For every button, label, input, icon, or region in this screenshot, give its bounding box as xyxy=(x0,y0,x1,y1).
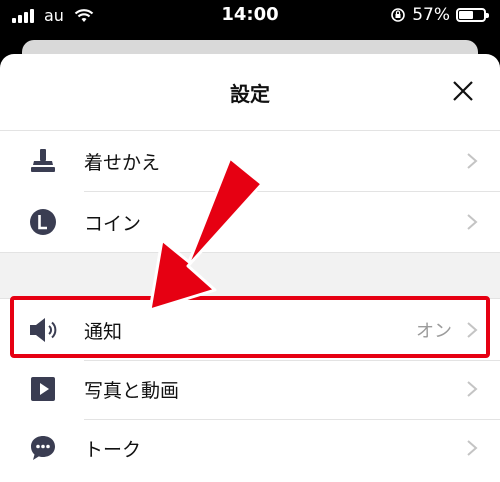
pointer-arrow-icon xyxy=(148,156,264,312)
